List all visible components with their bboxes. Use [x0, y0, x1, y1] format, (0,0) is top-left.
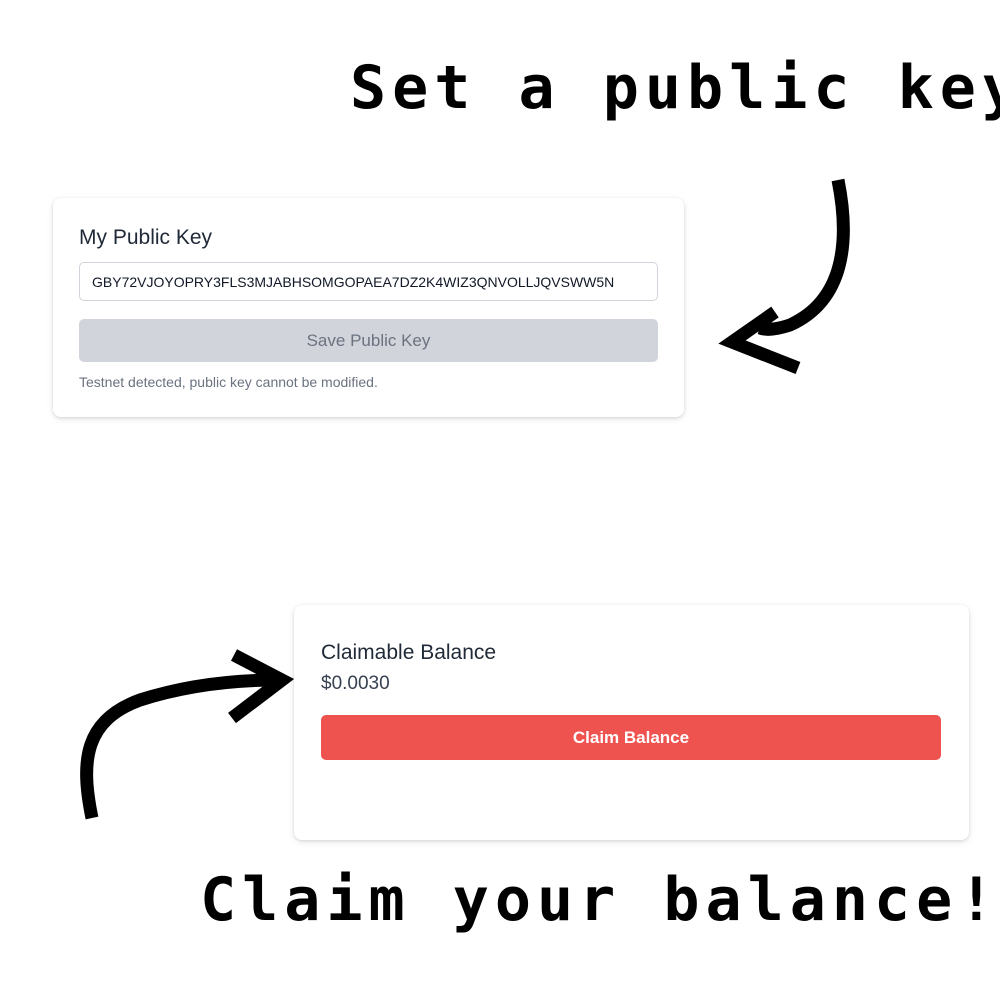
claim-balance-caption: Claim your balance!: [200, 865, 1000, 935]
claimable-balance-card: Claimable Balance $0.0030 Claim Balance: [294, 605, 969, 840]
claim-balance-button[interactable]: Claim Balance: [321, 715, 941, 760]
curved-arrow-to-balance-card-icon: [80, 649, 295, 820]
claimable-balance-title: Claimable Balance: [321, 641, 497, 664]
balance-amount: $0.0030: [321, 673, 390, 694]
